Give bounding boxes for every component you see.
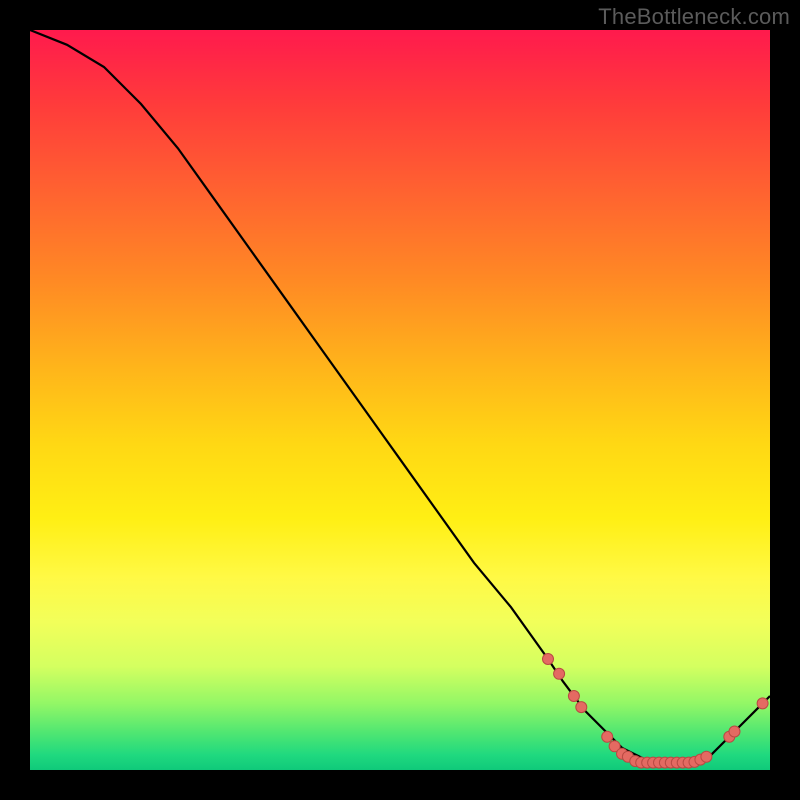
data-point — [554, 668, 565, 679]
chart-frame: TheBottleneck.com — [0, 0, 800, 800]
chart-svg — [30, 30, 770, 770]
data-point — [701, 751, 712, 762]
data-point — [757, 698, 768, 709]
bottleneck-curve — [30, 30, 770, 763]
data-point — [729, 726, 740, 737]
data-point — [568, 691, 579, 702]
plot-area — [30, 30, 770, 770]
data-point — [543, 654, 554, 665]
data-point — [602, 731, 613, 742]
markers-group — [543, 654, 769, 769]
watermark-text: TheBottleneck.com — [598, 4, 790, 30]
data-point — [576, 702, 587, 713]
